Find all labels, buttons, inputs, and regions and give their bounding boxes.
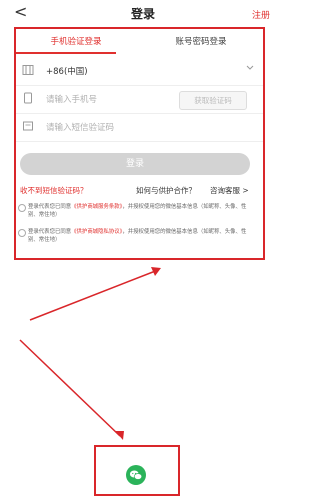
- wechat-icon[interactable]: [126, 465, 146, 485]
- arrow-line-upper: [29, 269, 159, 321]
- arrow-head-lower: [115, 431, 124, 440]
- arrow-line-lower: [19, 339, 121, 437]
- annotation-arrows: [19, 267, 161, 440]
- wechat-glyph: [129, 470, 143, 480]
